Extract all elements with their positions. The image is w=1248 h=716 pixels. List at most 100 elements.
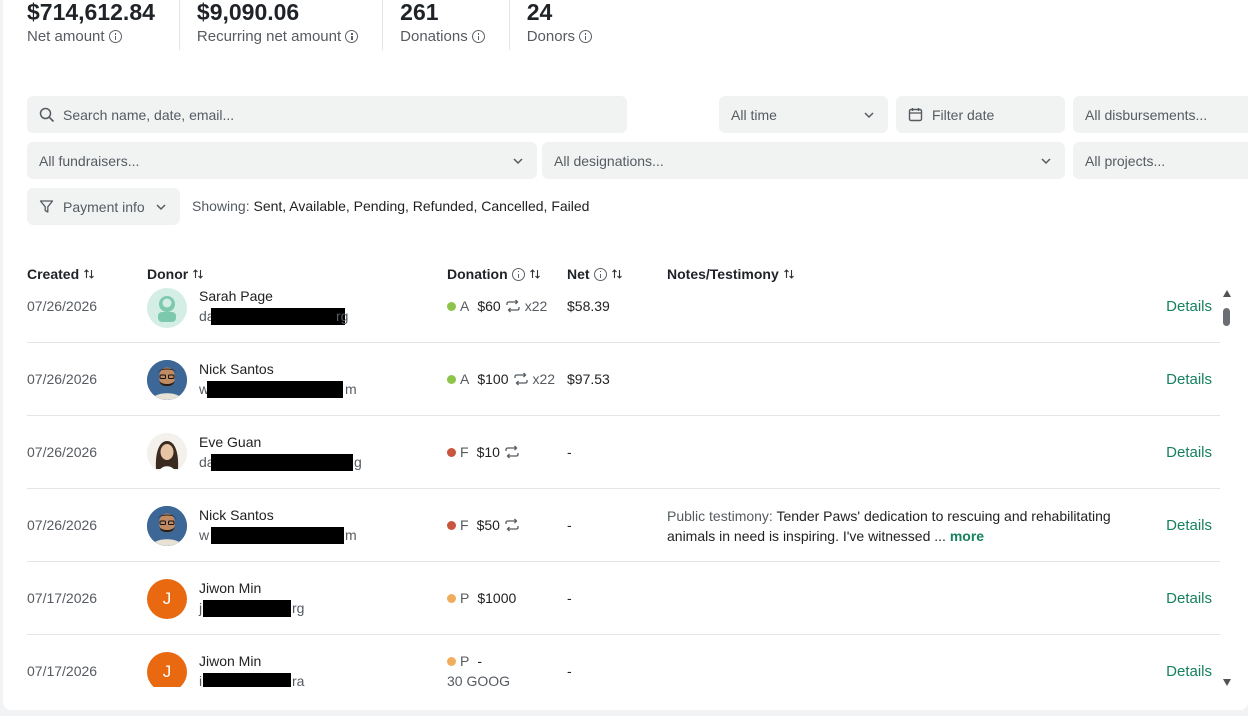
status-dot — [447, 374, 456, 384]
created-date: 07/26/2026 — [27, 444, 98, 460]
chevron-down-icon — [864, 111, 874, 118]
net-amount: - — [567, 517, 572, 533]
column-notes[interactable]: Notes/Testimony — [667, 266, 795, 282]
redaction-bar — [211, 454, 353, 471]
recurring-count: x22 — [524, 298, 548, 314]
column-label: Donor — [147, 266, 189, 282]
projects-select[interactable]: All projects... — [1073, 142, 1248, 179]
scroll-down-arrow[interactable] — [1223, 679, 1231, 686]
status-code: P — [460, 653, 470, 669]
donor-name: Sarah Page — [199, 288, 273, 304]
status-dot — [447, 520, 456, 530]
column-label: Donation — [447, 266, 508, 282]
donor-email-end: ra — [292, 673, 305, 687]
recurring-icon — [505, 518, 519, 532]
column-label: Created — [27, 266, 80, 282]
donation-amount: - — [477, 653, 483, 669]
donor-email-end: m — [345, 381, 357, 397]
filter-icon — [39, 200, 54, 213]
details-link[interactable]: Details — [1166, 517, 1212, 534]
notes-label: Public testimony: — [667, 508, 773, 524]
stats-bar: $714,612.84 Net amount $9,090.06 Recurri… — [27, 0, 616, 52]
stat-label: Donors — [526, 28, 576, 45]
status-dot — [447, 301, 456, 311]
table-row[interactable]: 07/26/2026 Nick Santos w m F $50 - Publi… — [27, 489, 1220, 562]
column-net[interactable]: Net — [567, 266, 623, 282]
info-icon[interactable] — [593, 267, 607, 281]
net-amount: - — [567, 444, 572, 460]
redaction-bar — [207, 381, 343, 398]
disbursements-select[interactable]: All disbursements... — [1073, 96, 1248, 133]
table-row[interactable]: 07/26/2026 Sarah Page da rg A $60 x22 $5… — [27, 284, 1220, 343]
status-dot — [447, 656, 456, 666]
donor-name: Jiwon Min — [199, 580, 262, 596]
scroll-up-arrow[interactable] — [1223, 290, 1231, 297]
more-link[interactable]: more — [950, 528, 984, 544]
calendar-icon — [908, 108, 923, 122]
chevron-down-icon — [156, 203, 166, 210]
search-box[interactable] — [27, 96, 627, 133]
status-code: A — [460, 298, 470, 314]
info-icon[interactable] — [511, 267, 525, 281]
created-date: 07/26/2026 — [27, 371, 98, 387]
created-date: 07/17/2026 — [27, 590, 98, 606]
table-scrollbar[interactable] — [1222, 290, 1232, 686]
donation-cell: P - — [447, 653, 482, 669]
column-donation[interactable]: Donation — [447, 266, 541, 282]
column-created[interactable]: Created — [27, 266, 95, 282]
scroll-thumb[interactable] — [1223, 308, 1230, 326]
details-link[interactable]: Details — [1166, 590, 1212, 607]
showing-label: Showing: — [192, 198, 250, 214]
donation-cell: F $10 — [447, 444, 520, 460]
search-icon — [39, 107, 55, 122]
date-filter[interactable]: Filter date — [896, 96, 1065, 133]
status-dot — [447, 447, 456, 457]
search-input[interactable] — [63, 106, 583, 123]
info-icon[interactable] — [579, 30, 593, 43]
default-avatar-icon — [158, 296, 176, 322]
time-select[interactable]: All time — [719, 96, 888, 133]
stat-net-amount: $714,612.84 Net amount — [27, 0, 179, 52]
avatar — [147, 288, 187, 328]
donor-email: j — [199, 600, 203, 616]
info-icon[interactable] — [108, 30, 122, 43]
donor-email-end: rg — [292, 600, 305, 616]
status-code: A — [460, 371, 470, 387]
person-photo-icon — [147, 506, 187, 546]
recurring-icon — [505, 445, 519, 459]
sort-icon — [529, 269, 540, 279]
donor-email-end: g — [354, 454, 362, 470]
disbursements-select-value: All disbursements... — [1085, 106, 1208, 123]
details-link[interactable]: Details — [1166, 298, 1212, 315]
notes-testimony: Public testimony: Tender Paws' dedicatio… — [667, 506, 1137, 546]
donation-amount: $60 — [477, 298, 501, 314]
recurring-icon — [513, 372, 528, 386]
column-donor[interactable]: Donor — [147, 266, 204, 282]
fundraisers-select[interactable]: All fundraisers... — [27, 142, 537, 179]
info-icon[interactable] — [345, 30, 359, 43]
table-row[interactable]: 07/26/2026 Nick Santos w m A $100 x22 $9… — [27, 343, 1220, 416]
payment-info-button[interactable]: Payment info — [27, 188, 180, 225]
recurring-count: x22 — [532, 371, 556, 387]
info-icon[interactable] — [471, 30, 485, 43]
details-link[interactable]: Details — [1166, 663, 1212, 680]
showing-value: Sent, Available, Pending, Refunded, Canc… — [253, 198, 590, 214]
net-amount: $58.39 — [567, 298, 610, 314]
table-row[interactable]: 07/17/2026 J Jiwon Min j rg P $1000 - De… — [27, 562, 1220, 635]
net-amount: - — [567, 590, 572, 606]
details-link[interactable]: Details — [1166, 444, 1212, 461]
showing-summary: Showing: Sent, Available, Pending, Refun… — [192, 198, 589, 214]
table-row[interactable]: 07/26/2026 Eve Guan da g F $10 - Details — [27, 416, 1220, 489]
details-link[interactable]: Details — [1166, 371, 1212, 388]
status-code: P — [460, 590, 470, 606]
stat-label: Donations — [400, 28, 468, 45]
donor-email-end: m — [345, 527, 357, 543]
stat-donations: 261 Donations — [382, 0, 509, 52]
designations-select[interactable]: All designations... — [542, 142, 1065, 179]
donation-stock: 30 GOOG — [447, 673, 511, 687]
redaction-bar — [211, 308, 345, 325]
chevron-down-icon — [513, 157, 523, 164]
created-date: 07/17/2026 — [27, 663, 98, 679]
avatar: J — [147, 652, 187, 687]
table-row[interactable]: 07/17/2026 J Jiwon Min i ra P - 30 GOOG … — [27, 635, 1220, 687]
